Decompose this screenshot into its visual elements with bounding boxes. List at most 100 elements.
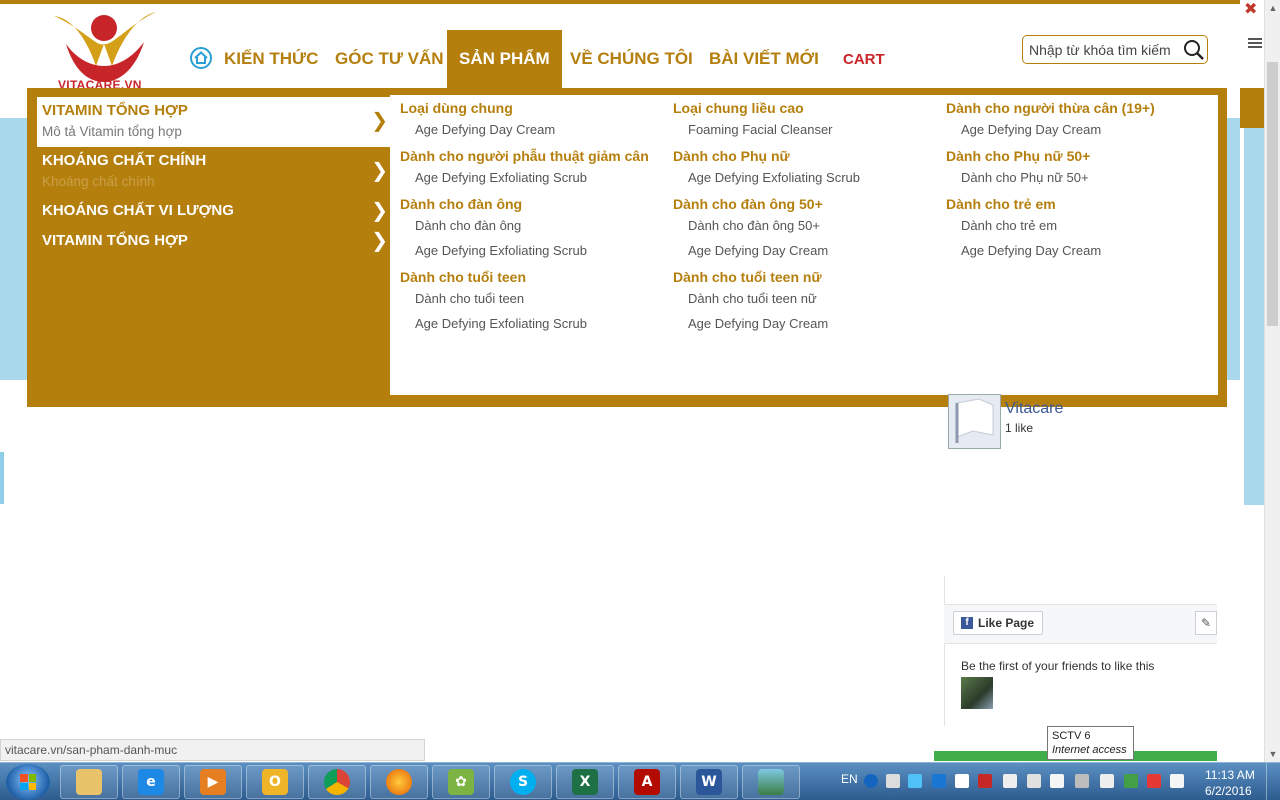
group-item[interactable]: Dành cho tuổi teen nữ — [673, 290, 943, 307]
signal-icon[interactable] — [1027, 774, 1041, 788]
sync-icon[interactable] — [932, 774, 946, 788]
side-search-tab[interactable] — [1240, 88, 1264, 128]
word-icon[interactable]: W — [680, 765, 738, 799]
facebook-icon: f — [961, 617, 973, 629]
subcategory-group: Dành cho đàn ông 50+ Dành cho đàn ông 50… — [673, 196, 943, 259]
group-title[interactable]: Dành cho đàn ông — [400, 196, 670, 213]
avatar[interactable] — [961, 677, 993, 709]
category-vitamin-tong-hop-2[interactable]: VITAMIN TỔNG HỢP ❯ — [37, 227, 390, 257]
facebook-page-name[interactable]: Vitacare — [1005, 400, 1063, 418]
group-item[interactable]: Foaming Facial Cleanser — [673, 121, 943, 138]
group-item[interactable]: Age Defying Day Cream — [400, 121, 670, 138]
group-title[interactable]: Dành cho tuổi teen nữ — [673, 269, 943, 286]
nav-cart[interactable]: CART — [843, 30, 885, 88]
scroll-down-icon[interactable]: ▼ — [1265, 746, 1280, 762]
pencil-icon[interactable]: ✎ — [1195, 611, 1217, 635]
group-title[interactable]: Dành cho người phẫu thuật giảm cân — [400, 148, 670, 165]
help-icon[interactable] — [864, 774, 878, 788]
group-item[interactable]: Dành cho đàn ông — [400, 217, 670, 234]
scrollbar-thumb[interactable] — [1267, 62, 1278, 326]
chrome-icon[interactable] — [308, 765, 366, 799]
group-title[interactable]: Dành cho trẻ em — [946, 196, 1216, 213]
group-item[interactable]: Dành cho đàn ông 50+ — [673, 217, 943, 234]
network-icon[interactable] — [1100, 774, 1114, 788]
group-title[interactable]: Dành cho Phụ nữ 50+ — [946, 148, 1216, 165]
group-item[interactable]: Age Defying Exfoliating Scrub — [400, 315, 670, 332]
search-input[interactable] — [1029, 41, 1183, 59]
shield-icon[interactable] — [1124, 774, 1138, 788]
group-title[interactable]: Dành cho Phụ nữ — [673, 148, 943, 165]
home-icon[interactable] — [190, 47, 212, 69]
category-description: Khoáng chất chính — [42, 174, 155, 189]
tool-icon[interactable] — [1075, 774, 1089, 788]
category-title: KHOÁNG CHẤT VI LƯỢNG — [42, 202, 234, 219]
group-item[interactable]: Dành cho Phụ nữ 50+ — [946, 169, 1216, 186]
category-khoang-chat-vi-luong[interactable]: KHOÁNG CHẤT VI LƯỢNG ❯ — [37, 197, 390, 227]
vertical-scrollbar[interactable]: ▲ ▼ — [1264, 0, 1280, 762]
category-vitamin-tong-hop[interactable]: VITAMIN TỔNG HỢP Mô tả Vitamin tổng hợp … — [37, 97, 390, 147]
group-item[interactable]: Dành cho tuổi teen — [400, 290, 670, 307]
internet-explorer-icon[interactable]: e — [122, 765, 180, 799]
photo-viewer-icon[interactable] — [742, 765, 800, 799]
group-title[interactable]: Loại chung liều cao — [673, 100, 943, 117]
subcategory-column-3: Dành cho người thừa cân (19+) Age Defyin… — [946, 100, 1216, 269]
nav-bai-viet-moi[interactable]: BÀI VIẾT MỚI — [709, 30, 819, 88]
facebook-like-count: 1 like — [1005, 421, 1034, 435]
nav-ve-chung-toi[interactable]: VỀ CHÚNG TÔI — [570, 30, 693, 88]
scroll-up-icon[interactable]: ▲ — [1265, 0, 1280, 16]
excel-icon[interactable]: X — [556, 765, 614, 799]
start-button[interactable] — [6, 764, 50, 800]
monitor-icon[interactable] — [1003, 774, 1017, 788]
slider-edge — [0, 452, 4, 504]
firefox-icon[interactable] — [370, 765, 428, 799]
browser-corner-controls: ✖ — [1240, 0, 1264, 88]
category-list: VITAMIN TỔNG HỢP Mô tả Vitamin tổng hợp … — [37, 97, 390, 257]
teamviewer-icon[interactable] — [908, 774, 922, 788]
outlook-icon[interactable]: O — [246, 765, 304, 799]
chevron-right-icon: ❯ — [371, 110, 388, 132]
group-item[interactable]: Age Defying Exfoliating Scrub — [400, 169, 670, 186]
subcategory-group: Dành cho người thừa cân (19+) Age Defyin… — [946, 100, 1216, 138]
pidgin-icon[interactable]: ✿ — [432, 765, 490, 799]
category-title: VITAMIN TỔNG HỢP — [42, 102, 188, 119]
clock-time[interactable]: 11:13 AM — [1205, 768, 1255, 782]
group-item[interactable]: Age Defying Day Cream — [673, 242, 943, 259]
tray-arrow-icon[interactable] — [886, 774, 900, 788]
nav-goc-tu-van[interactable]: GÓC TƯ VẤN — [335, 30, 444, 88]
category-khoang-chat-chinh[interactable]: KHOÁNG CHẤT CHÍNH Khoáng chất chính ❯ — [37, 147, 390, 197]
nav-san-pham[interactable]: SẢN PHẨM — [447, 30, 562, 88]
clipboard-icon[interactable] — [1050, 774, 1064, 788]
media-player-icon[interactable]: ▶ — [184, 765, 242, 799]
skype-icon[interactable]: S — [494, 765, 552, 799]
windows-grid-icon[interactable] — [955, 774, 969, 788]
explorer-icon[interactable] — [60, 765, 118, 799]
language-indicator[interactable]: EN — [841, 772, 858, 786]
group-item[interactable]: Age Defying Day Cream — [673, 315, 943, 332]
facebook-page-picture[interactable] — [948, 394, 1001, 449]
group-title[interactable]: Loại dùng chung — [400, 100, 670, 117]
group-title[interactable]: Dành cho đàn ông 50+ — [673, 196, 943, 213]
like-page-label: Like Page — [978, 616, 1035, 630]
search-icon[interactable] — [1183, 39, 1205, 61]
subcategory-group: Loại dùng chung Age Defying Day Cream — [400, 100, 670, 138]
facebook-friends-text: Be the first of your friends to like thi… — [961, 659, 1155, 673]
clock-date[interactable]: 6/2/2016 — [1205, 784, 1252, 798]
volume-icon[interactable] — [1170, 774, 1184, 788]
windows-taskbar: e ▶ O ✿ S X A W EN 11:13 AM 6/2/2016 — [0, 762, 1280, 800]
acrobat-icon[interactable]: A — [618, 765, 676, 799]
group-item[interactable]: Age Defying Day Cream — [946, 121, 1216, 138]
show-desktop-button[interactable] — [1266, 763, 1280, 800]
group-item[interactable]: Dành cho trẻ em — [946, 217, 1216, 234]
group-title[interactable]: Dành cho người thừa cân (19+) — [946, 100, 1216, 117]
antivirus-icon[interactable] — [978, 774, 992, 788]
nav-kien-thuc[interactable]: KIẾN THỨC — [224, 30, 318, 88]
group-item[interactable]: Age Defying Exfoliating Scrub — [400, 242, 670, 259]
group-item[interactable]: Age Defying Day Cream — [946, 242, 1216, 259]
group-title[interactable]: Dành cho tuổi teen — [400, 269, 670, 286]
chevron-right-icon: ❯ — [371, 200, 388, 222]
subcategory-group: Dành cho Phụ nữ 50+ Dành cho Phụ nữ 50+ — [946, 148, 1216, 186]
search-box — [1022, 35, 1208, 64]
like-page-button[interactable]: f Like Page — [953, 611, 1043, 635]
group-item[interactable]: Age Defying Exfoliating Scrub — [673, 169, 943, 186]
flag-icon[interactable] — [1147, 774, 1161, 788]
